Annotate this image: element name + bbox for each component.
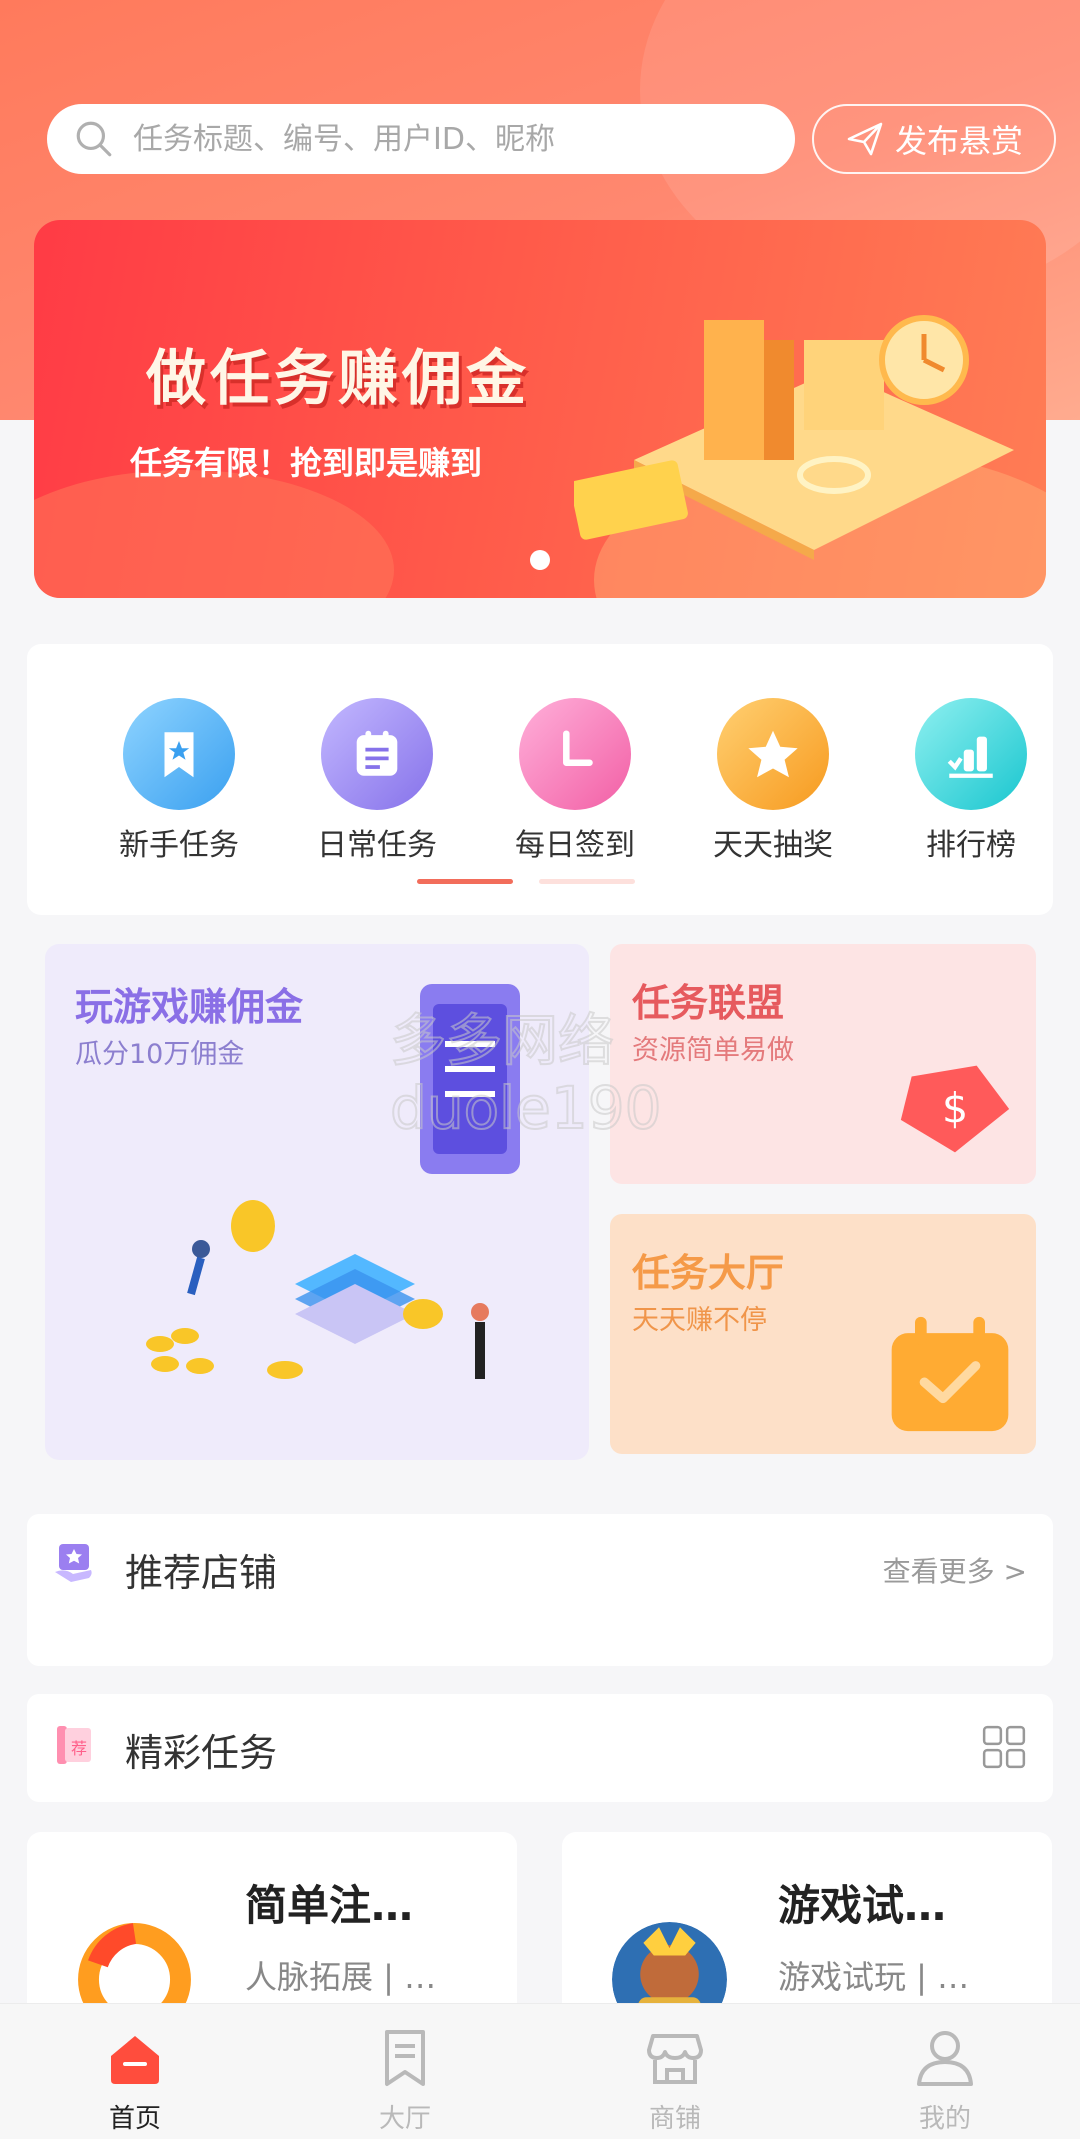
city-isometric-illustration: [574, 315, 1014, 560]
quick-nav-label: 每日签到: [515, 828, 635, 863]
search-bar-row: 发布悬赏: [0, 104, 1080, 174]
task-tag: 游戏试玩 | …: [778, 1958, 970, 1996]
task-title: 简单注…: [245, 1881, 414, 1930]
svg-text:多多网络: 多多网络: [390, 1009, 614, 1074]
promo-banner[interactable]: 做任务赚佣金 任务有限！抢到即是赚到: [34, 220, 1046, 598]
watermark-graphic: 多多网络 duole190: [389, 1008, 663, 1140]
quick-nav-label: 新手任务: [119, 828, 239, 863]
store-icon: [647, 2034, 703, 2084]
quick-nav-leaderboard[interactable]: 排行榜: [891, 698, 1051, 864]
list-card-icon: [321, 698, 433, 810]
search-box[interactable]: [47, 104, 795, 174]
tab-label: 我的: [918, 2104, 971, 2134]
tab-label: 商铺: [648, 2104, 701, 2134]
pager-indicator: [539, 879, 635, 884]
grid-view-icon[interactable]: [981, 1724, 1027, 1770]
quick-nav-lottery[interactable]: 天天抽奖: [693, 698, 853, 864]
promo-hall-subtitle: 天天赚不停: [632, 1305, 767, 1336]
shop-star-icon: [55, 1544, 92, 1582]
featured-tasks-section: 荐 精彩任务: [27, 1694, 1053, 1802]
bookmark-star-icon: [123, 698, 235, 810]
svg-text:duole190: duole190: [390, 1074, 662, 1140]
bookmark-icon: [385, 2030, 425, 2086]
quick-nav-newbie-tasks[interactable]: 新手任务: [99, 698, 259, 864]
price-tag-icon: $: [900, 1065, 1010, 1153]
svg-text:$: $: [942, 1084, 968, 1132]
post-reward-label: 发布悬赏: [894, 122, 1023, 160]
promo-hall-title: 任务大厅: [632, 1251, 785, 1295]
promo-games-subtitle: 瓜分10万佣金: [75, 1039, 245, 1070]
promo-games-title: 玩游戏赚佣金: [75, 985, 304, 1029]
tab-label: 首页: [108, 2104, 161, 2134]
calendar-check-icon: [891, 1316, 1009, 1432]
paper-plane-icon: [847, 122, 883, 156]
tab-shops[interactable]: 商铺: [610, 2026, 740, 2135]
tab-label: 大厅: [378, 2104, 431, 2134]
svg-text:荐: 荐: [71, 1739, 87, 1758]
carousel-indicator[interactable]: [530, 550, 550, 570]
view-more-link[interactable]: 查看更多 >: [883, 1550, 1027, 1590]
banner-subtitle: 任务有限！抢到即是赚到: [130, 444, 483, 482]
promo-task-hall[interactable]: 任务大厅 天天赚不停: [610, 1214, 1036, 1454]
banner-title: 做任务赚佣金: [146, 344, 530, 414]
pager-indicator-active: [417, 879, 513, 884]
quick-nav-daily-checkin[interactable]: 每日签到: [495, 698, 655, 864]
recommended-shops-title: 推荐店铺: [125, 1551, 278, 1595]
task-tag: 人脉拓展 | …: [245, 1958, 437, 1996]
quick-nav-label: 排行榜: [926, 828, 1016, 863]
quick-nav-card: 新手任务 日常任务 每日签到 天天抽奖 排行榜: [27, 644, 1053, 915]
user-icon: [917, 2031, 973, 2086]
clock-icon: [519, 698, 631, 810]
search-input[interactable]: [133, 121, 693, 157]
featured-tasks-title: 精彩任务: [125, 1731, 278, 1775]
tab-hall[interactable]: 大厅: [340, 2026, 470, 2135]
tab-mine[interactable]: 我的: [880, 2026, 1010, 2135]
task-title: 游戏试…: [778, 1881, 947, 1930]
bottom-tab-bar: 首页 大厅 商铺 我的: [0, 2003, 1080, 2139]
bar-chart-icon: [915, 698, 1027, 810]
tab-home[interactable]: 首页: [70, 2026, 200, 2135]
quick-nav-daily-tasks[interactable]: 日常任务: [297, 698, 457, 864]
recommend-tag-icon: 荐: [57, 1726, 91, 1764]
recommended-shops-section: 推荐店铺 查看更多 >: [27, 1514, 1053, 1666]
quick-nav-label: 天天抽奖: [713, 828, 833, 863]
post-reward-button[interactable]: 发布悬赏: [812, 104, 1056, 174]
quick-nav-label: 日常任务: [317, 828, 437, 863]
search-icon: [76, 121, 112, 157]
banner-decoration: [34, 470, 394, 598]
star-icon: [717, 698, 829, 810]
home-icon: [111, 2036, 159, 2084]
